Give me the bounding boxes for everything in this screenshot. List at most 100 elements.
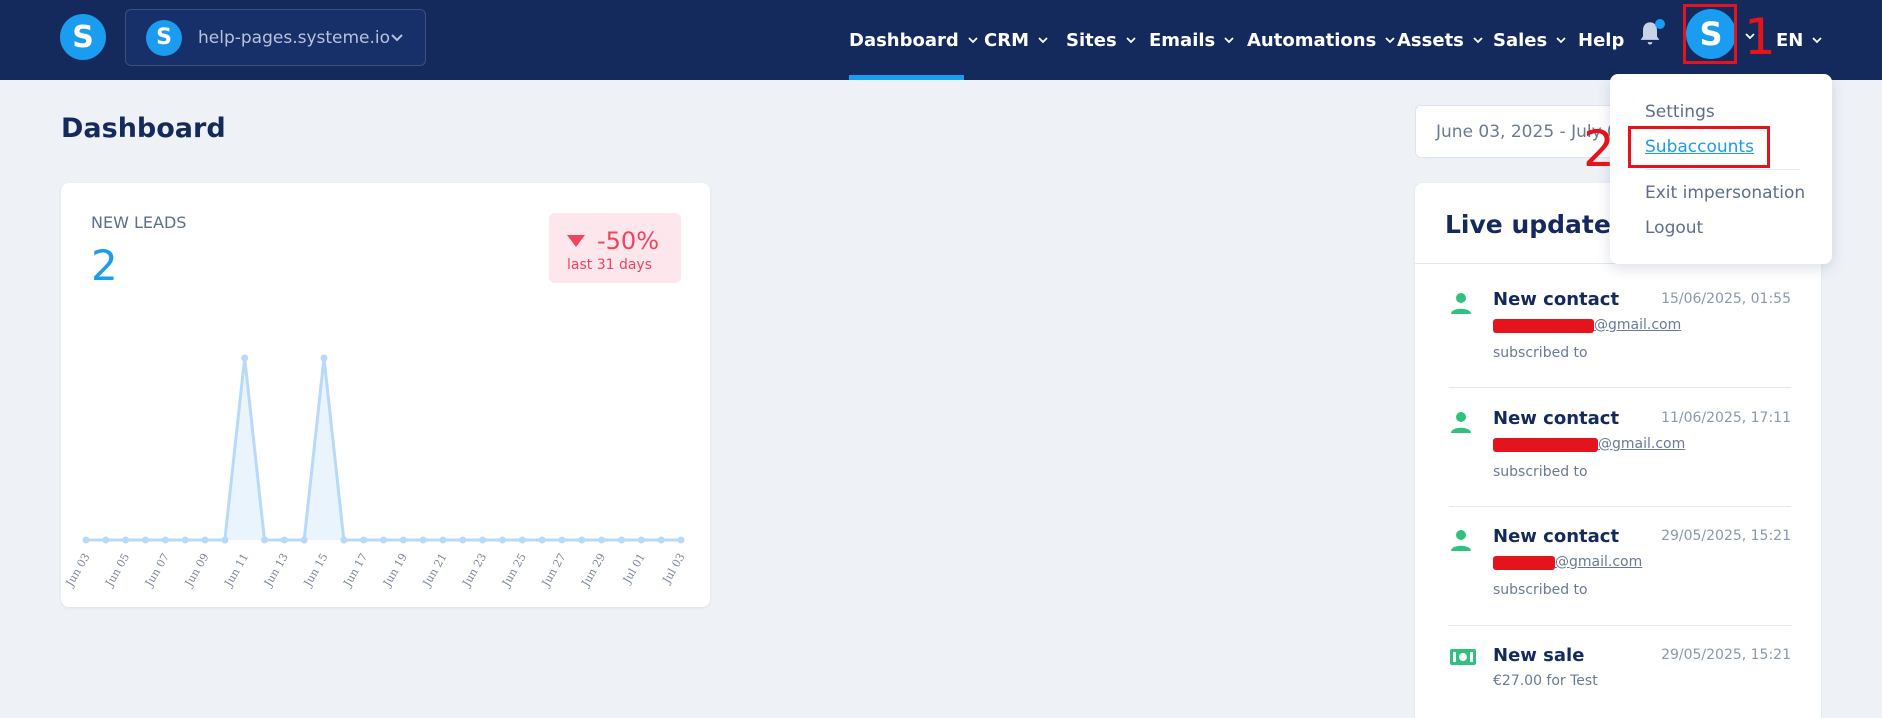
live-update-detail: subscribed to <box>1493 582 1588 598</box>
chart-x-tick-label: Jun 17 <box>340 551 370 590</box>
user-icon <box>1451 530 1471 551</box>
language-selector[interactable]: EN <box>1776 0 1823 80</box>
nav-automations[interactable]: Automations <box>1247 0 1396 80</box>
menu-item-logout[interactable]: Logout <box>1645 218 1703 238</box>
chart-point[interactable] <box>518 536 526 544</box>
nav-emails-label: Emails <box>1149 29 1216 51</box>
chart-x-tick-label: Jul 03 <box>660 551 688 587</box>
nav-dashboard[interactable]: Dashboard <box>849 0 979 80</box>
live-update-email[interactable]: @gmail.com <box>1555 554 1642 570</box>
chevron-down-icon <box>391 34 403 42</box>
chart-point[interactable] <box>300 536 308 544</box>
chevron-down-icon <box>1556 37 1566 44</box>
chart-area <box>86 358 681 540</box>
chart-point[interactable] <box>360 536 368 544</box>
annotation-box-1 <box>1683 4 1737 64</box>
nav-crm[interactable]: CRM <box>984 0 1049 80</box>
live-update-time: 15/06/2025, 01:55 <box>1661 291 1791 307</box>
divider <box>1645 169 1800 170</box>
chevron-down-icon <box>1812 37 1823 44</box>
chart-x-tick-label: Jun 29 <box>578 551 608 590</box>
chart-point[interactable] <box>221 536 229 544</box>
chart-point[interactable] <box>122 536 130 544</box>
chevron-down-icon <box>1224 37 1234 44</box>
chart-point[interactable] <box>499 536 506 544</box>
chevron-down-icon <box>1038 37 1048 44</box>
chart-point[interactable] <box>261 536 268 544</box>
chart-x-tick-label: Jun 23 <box>459 551 489 590</box>
nav-help-label: Help <box>1578 29 1625 51</box>
live-update-email[interactable]: @gmail.com <box>1594 317 1681 333</box>
systeme-logo[interactable]: S <box>60 14 106 60</box>
chart-point[interactable] <box>380 536 387 544</box>
nav-assets-label: Assets <box>1397 29 1464 51</box>
nav-sales[interactable]: Sales <box>1493 0 1567 80</box>
language-label: EN <box>1776 29 1804 51</box>
chart-point[interactable] <box>280 536 288 544</box>
chart-x-tick-label: Jun 25 <box>499 551 529 590</box>
live-update-time: 11/06/2025, 17:11 <box>1661 410 1791 426</box>
live-updates-title: Live updates <box>1445 210 1626 239</box>
chart-point[interactable] <box>637 536 645 544</box>
user-icon <box>1451 293 1471 314</box>
chart-x-tick-label: Jun 03 <box>63 551 93 590</box>
divider <box>1449 506 1791 507</box>
chart-point[interactable] <box>340 536 348 544</box>
chart-x-tick-label: Jun 15 <box>301 551 331 590</box>
notification-dot <box>1655 19 1665 29</box>
redaction-mark <box>1493 319 1594 333</box>
nav-assets[interactable]: Assets <box>1397 0 1484 80</box>
live-update-title: New sale <box>1493 645 1585 666</box>
chart-point[interactable] <box>578 536 586 544</box>
chart-point[interactable] <box>181 536 189 544</box>
workspace-logo: S <box>146 19 182 56</box>
chart-point[interactable] <box>598 536 606 544</box>
nav-dashboard-label: Dashboard <box>849 29 959 51</box>
page-title: Dashboard <box>61 113 226 144</box>
account-dropdown-menu: Settings Subaccounts Exit impersonation … <box>1610 74 1832 264</box>
menu-item-exit-impersonation[interactable]: Exit impersonation <box>1645 183 1805 203</box>
redaction-mark <box>1493 556 1555 570</box>
new-leads-card: NEW LEADS 2 -50% last 31 days Jun 03 Jun … <box>61 183 710 607</box>
workspace-name: help-pages.systeme.io <box>198 27 391 48</box>
live-update-time: 29/05/2025, 15:21 <box>1661 647 1791 663</box>
chart-point[interactable] <box>657 536 665 544</box>
menu-item-settings[interactable]: Settings <box>1645 102 1715 122</box>
chart-x-tick-label: Jun 07 <box>142 551 172 590</box>
chart-point[interactable] <box>459 536 467 544</box>
chart-line <box>86 356 681 542</box>
live-update-time: 29/05/2025, 15:21 <box>1661 528 1791 544</box>
chart-x-tick-label: Jun 21 <box>420 551 450 590</box>
chart-point[interactable] <box>399 536 407 544</box>
chart-point[interactable] <box>439 536 447 544</box>
nav-sites[interactable]: Sites <box>1066 0 1137 80</box>
chevron-down-icon <box>1126 37 1136 44</box>
live-update-email[interactable]: @gmail.com <box>1598 436 1685 452</box>
chart-point[interactable] <box>102 536 110 544</box>
nav-help[interactable]: Help <box>1578 0 1624 80</box>
chart-point[interactable] <box>558 536 566 544</box>
money-icon <box>1450 649 1476 665</box>
chart-x-tick-label: Jun 13 <box>261 551 291 590</box>
chart-point[interactable] <box>320 354 328 362</box>
chart-x-tick-label: Jun 27 <box>539 551 569 590</box>
chart-point[interactable] <box>241 354 249 362</box>
redaction-mark <box>1493 438 1598 452</box>
chart-point[interactable] <box>201 536 209 544</box>
chart-point[interactable] <box>538 536 546 544</box>
nav-crm-label: CRM <box>984 29 1029 51</box>
chart-point[interactable] <box>82 536 90 544</box>
nav-active-indicator <box>849 75 964 80</box>
annotation-step-2: 2 <box>1583 120 1615 178</box>
workspace-selector[interactable]: S help-pages.systeme.io <box>125 9 426 66</box>
nav-sites-label: Sites <box>1066 29 1117 51</box>
chevron-down-icon <box>968 37 978 44</box>
live-update-title: New contact <box>1493 526 1620 547</box>
chart-point[interactable] <box>161 536 169 544</box>
chart-point[interactable] <box>142 536 149 544</box>
nav-emails[interactable]: Emails <box>1149 0 1235 80</box>
chart-point[interactable] <box>618 536 625 544</box>
chart-point[interactable] <box>677 536 685 544</box>
chart-point[interactable] <box>419 536 427 544</box>
chart-point[interactable] <box>479 536 487 544</box>
